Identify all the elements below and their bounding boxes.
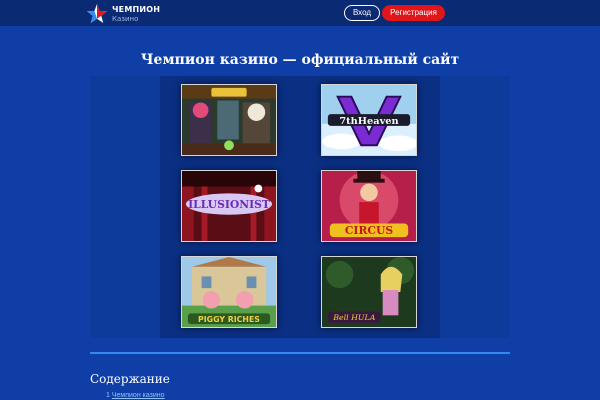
- site-header: ЧЕМПИОН Казино Вход Регистрация: [0, 0, 600, 26]
- toc-title: Содержание: [90, 372, 170, 386]
- section-divider: [90, 352, 510, 354]
- game-thumbnail-illusionist: ILLUSIONIST: [182, 171, 276, 241]
- svg-text:Bell HULA: Bell HULA: [332, 313, 376, 322]
- game-card-7th-heaven[interactable]: 7thHeaven: [321, 84, 417, 156]
- logo-subtitle: Казино: [112, 15, 139, 23]
- toc-item-number: 1: [106, 392, 110, 399]
- game-thumbnail-hula: Bell HULA: [322, 257, 416, 327]
- register-button[interactable]: Регистрация: [382, 5, 445, 21]
- game-card-bell-hula[interactable]: Bell HULA: [321, 256, 417, 328]
- logo[interactable]: ЧЕМПИОН Казино: [86, 3, 196, 25]
- game-card-illusionist[interactable]: ILLUSIONIST: [181, 170, 277, 242]
- game-thumbnail-scientist: [182, 85, 276, 155]
- svg-text:7thHeaven: 7thHeaven: [339, 116, 398, 127]
- star-icon: [87, 4, 107, 23]
- game-card-watts[interactable]: [181, 84, 277, 156]
- toc-item-link[interactable]: Чемпион казино: [112, 392, 165, 399]
- logo-title: ЧЕМПИОН: [112, 5, 161, 14]
- svg-text:PIGGY RICHES: PIGGY RICHES: [198, 315, 260, 324]
- game-card-circus[interactable]: CIRCUS: [321, 170, 417, 242]
- game-thumbnail-circus: CIRCUS: [322, 171, 416, 241]
- page-title: Чемпион казино — официальный сайт: [140, 52, 460, 68]
- game-thumbnail-7th-heaven: 7thHeaven: [322, 85, 416, 155]
- svg-text:CIRCUS: CIRCUS: [345, 224, 394, 237]
- game-thumbnail-piggy-riches: PIGGY RICHES: [182, 257, 276, 327]
- game-card-piggy-riches[interactable]: PIGGY RICHES: [181, 256, 277, 328]
- toc-item[interactable]: 1 Чемпион казино: [106, 392, 165, 399]
- svg-text:ILLUSIONIST: ILLUSIONIST: [188, 198, 270, 211]
- login-button[interactable]: Вход: [344, 5, 380, 21]
